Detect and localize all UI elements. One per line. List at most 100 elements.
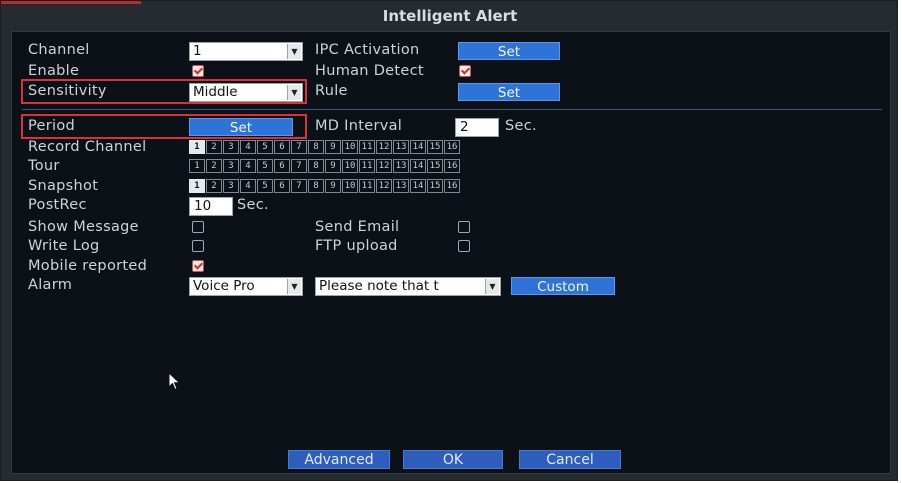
tour-checkbox-2[interactable]: 2 (206, 159, 222, 173)
record-channel-grid: 1 2 3 4 5 6 7 8 9 10 11 12 13 14 15 16 (189, 140, 460, 154)
tour-checkbox-10[interactable]: 10 (342, 159, 358, 173)
window-title: Intelligent Alert (382, 7, 518, 25)
record-channel-checkbox-7[interactable]: 7 (291, 140, 307, 154)
tour-checkbox-16[interactable]: 16 (444, 159, 460, 173)
rule-set-button[interactable]: Set (458, 83, 560, 101)
tour-checkbox-9[interactable]: 9 (325, 159, 341, 173)
chevron-down-icon[interactable]: ▼ (287, 44, 301, 59)
rule-label: Rule (315, 83, 348, 99)
tour-checkbox-6[interactable]: 6 (274, 159, 290, 173)
period-set-button[interactable]: Set (189, 118, 293, 136)
sensitivity-label: Sensitivity (28, 83, 107, 99)
custom-button[interactable]: Custom (511, 277, 615, 295)
channel-value: 1 (193, 43, 202, 59)
snapshot-checkbox-10[interactable]: 10 (342, 179, 358, 193)
snapshot-checkbox-5[interactable]: 5 (257, 179, 273, 193)
record-channel-checkbox-14[interactable]: 14 (410, 140, 426, 154)
record-channel-checkbox-12[interactable]: 12 (376, 140, 392, 154)
record-channel-checkbox-5[interactable]: 5 (257, 140, 273, 154)
postrec-label: PostRec (28, 197, 87, 213)
tour-checkbox-3[interactable]: 3 (223, 159, 239, 173)
snapshot-grid: 1 2 3 4 5 6 7 8 9 10 11 12 13 14 15 16 (189, 179, 460, 193)
record-channel-checkbox-16[interactable]: 16 (444, 140, 460, 154)
cancel-button[interactable]: Cancel (519, 450, 621, 469)
advanced-button[interactable]: Advanced (288, 450, 390, 469)
tour-checkbox-7[interactable]: 7 (291, 159, 307, 173)
record-channel-checkbox-6[interactable]: 6 (274, 140, 290, 154)
show-message-checkbox[interactable] (192, 221, 204, 233)
tour-checkbox-15[interactable]: 15 (427, 159, 443, 173)
human-detect-label: Human Detect (315, 63, 424, 79)
record-channel-checkbox-8[interactable]: 8 (308, 140, 324, 154)
channel-select[interactable]: 1 ▼ (189, 42, 303, 61)
ipc-activation-set-button[interactable]: Set (458, 42, 560, 60)
section-divider (22, 109, 882, 110)
show-message-label: Show Message (28, 219, 139, 235)
record-channel-checkbox-10[interactable]: 10 (342, 140, 358, 154)
send-email-checkbox[interactable] (458, 221, 470, 233)
snapshot-checkbox-12[interactable]: 12 (376, 179, 392, 193)
snapshot-checkbox-1[interactable]: 1 (189, 179, 205, 193)
ipc-activation-label: IPC Activation (315, 42, 420, 58)
alarm-message-value: Please note that t (319, 278, 439, 294)
write-log-checkbox[interactable] (192, 240, 204, 252)
record-channel-checkbox-3[interactable]: 3 (223, 140, 239, 154)
snapshot-checkbox-13[interactable]: 13 (393, 179, 409, 193)
record-channel-checkbox-15[interactable]: 15 (427, 140, 443, 154)
mouse-pointer-icon (168, 372, 181, 391)
enable-label: Enable (28, 63, 80, 79)
snapshot-checkbox-11[interactable]: 11 (359, 179, 375, 193)
sensitivity-select[interactable]: Middle ▼ (189, 83, 303, 102)
ftp-upload-checkbox[interactable] (458, 240, 470, 252)
mobile-reported-checkbox[interactable] (192, 260, 204, 272)
snapshot-checkbox-2[interactable]: 2 (206, 179, 222, 193)
alarm-label: Alarm (28, 277, 73, 293)
snapshot-checkbox-14[interactable]: 14 (410, 179, 426, 193)
record-channel-checkbox-9[interactable]: 9 (325, 140, 341, 154)
tour-checkbox-4[interactable]: 4 (240, 159, 256, 173)
postrec-unit: Sec. (237, 197, 269, 213)
write-log-label: Write Log (28, 238, 100, 254)
alarm-message-select[interactable]: Please note that t ▼ (315, 277, 501, 296)
tour-checkbox-12[interactable]: 12 (376, 159, 392, 173)
md-interval-input[interactable]: 2 (455, 118, 499, 137)
snapshot-checkbox-3[interactable]: 3 (223, 179, 239, 193)
postrec-input[interactable]: 10 (189, 197, 233, 216)
tour-grid: 1 2 3 4 5 6 7 8 9 10 11 12 13 14 15 16 (189, 159, 460, 173)
alarm-value: Voice Pro (193, 278, 255, 294)
intelligent-alert-window: Intelligent Alert Channel 1 ▼ IPC Activa… (0, 0, 898, 481)
sensitivity-value: Middle (193, 84, 238, 100)
snapshot-checkbox-4[interactable]: 4 (240, 179, 256, 193)
record-channel-checkbox-1[interactable]: 1 (189, 140, 205, 154)
tour-checkbox-14[interactable]: 14 (410, 159, 426, 173)
chevron-down-icon[interactable]: ▼ (485, 279, 499, 294)
tour-checkbox-8[interactable]: 8 (308, 159, 324, 173)
mobile-reported-label: Mobile reported (28, 258, 148, 274)
md-interval-label: MD Interval (315, 118, 403, 134)
tour-checkbox-1[interactable]: 1 (189, 159, 205, 173)
snapshot-checkbox-16[interactable]: 16 (444, 179, 460, 193)
settings-panel: Channel 1 ▼ IPC Activation Set Enable Hu… (11, 31, 891, 474)
alarm-select[interactable]: Voice Pro ▼ (189, 277, 303, 296)
record-channel-checkbox-11[interactable]: 11 (359, 140, 375, 154)
human-detect-checkbox[interactable] (459, 65, 471, 77)
ftp-upload-label: FTP upload (315, 238, 398, 254)
chevron-down-icon[interactable]: ▼ (287, 85, 301, 100)
chevron-down-icon[interactable]: ▼ (287, 279, 301, 294)
ok-button[interactable]: OK (403, 450, 503, 469)
enable-checkbox[interactable] (192, 65, 204, 77)
snapshot-checkbox-8[interactable]: 8 (308, 179, 324, 193)
snapshot-checkbox-9[interactable]: 9 (325, 179, 341, 193)
tour-checkbox-5[interactable]: 5 (257, 159, 273, 173)
snapshot-checkbox-7[interactable]: 7 (291, 179, 307, 193)
snapshot-checkbox-6[interactable]: 6 (274, 179, 290, 193)
tour-label: Tour (28, 158, 60, 174)
record-channel-checkbox-2[interactable]: 2 (206, 140, 222, 154)
record-channel-checkbox-4[interactable]: 4 (240, 140, 256, 154)
record-channel-checkbox-13[interactable]: 13 (393, 140, 409, 154)
tour-checkbox-11[interactable]: 11 (359, 159, 375, 173)
snapshot-checkbox-15[interactable]: 15 (427, 179, 443, 193)
md-interval-unit: Sec. (505, 118, 537, 134)
record-channel-label: Record Channel (28, 139, 147, 155)
tour-checkbox-13[interactable]: 13 (393, 159, 409, 173)
